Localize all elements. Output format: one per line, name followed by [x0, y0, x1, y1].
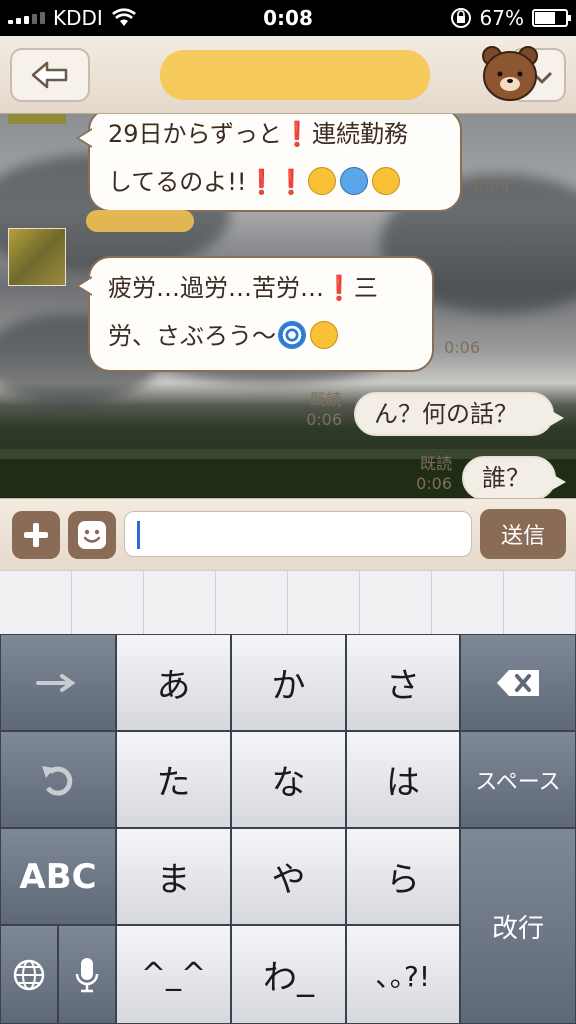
- sender-name-redaction: [86, 210, 194, 232]
- flick-keyboard: ABC あ か さ た な は ま や ら ^_^ わ_ ､｡?! スペース 改…: [0, 634, 576, 1024]
- read-receipt: 既読 0:06: [306, 390, 342, 429]
- message-line: してるのよ!!❗❗: [108, 158, 442, 206]
- arrow-right-icon: [36, 673, 76, 692]
- message-bubble[interactable]: 疲労…過労…苦労…❗三 労、さぶろう〜: [76, 256, 434, 372]
- chat-title-redaction: [160, 50, 430, 100]
- exclamation-icon: ❗: [324, 274, 354, 302]
- sender-avatar[interactable]: [8, 114, 66, 124]
- message-line: 疲労…過労…苦労…❗三: [108, 274, 378, 302]
- exclamation-icon: ❗: [282, 120, 312, 148]
- undo-key[interactable]: [0, 731, 116, 828]
- key-ha[interactable]: は: [346, 731, 460, 828]
- candidate-slot[interactable]: [0, 571, 72, 634]
- key-punctuation[interactable]: ､｡?!: [346, 925, 460, 1024]
- message-time: 0:04: [474, 176, 510, 195]
- message-bubble[interactable]: 誰？: [462, 456, 566, 498]
- sticker-button[interactable]: [68, 511, 116, 559]
- crying-face-icon: [372, 167, 401, 195]
- globe-icon: [13, 959, 45, 990]
- dictation-key[interactable]: [58, 925, 116, 1024]
- text-caret: [137, 521, 140, 549]
- exclamation-icon: ❗: [246, 168, 277, 196]
- abc-key[interactable]: ABC: [0, 828, 116, 925]
- message-line: 労、さぶろう〜: [108, 312, 414, 360]
- cursor-right-key[interactable]: [0, 634, 116, 731]
- chat-area[interactable]: 29日からずっと❗連続勤務 してるのよ!!❗❗ 0:04 疲労…過労…苦労…❗三…: [0, 114, 576, 498]
- plus-icon: [24, 523, 48, 547]
- backspace-icon: [497, 669, 539, 696]
- key-na[interactable]: な: [231, 731, 346, 828]
- candidate-slot[interactable]: [216, 571, 288, 634]
- status-bar: KDDI 0:08 67%: [0, 0, 576, 36]
- back-arrow-icon: [31, 61, 68, 89]
- microphone-icon: [75, 957, 99, 992]
- sender-avatar[interactable]: [8, 228, 66, 286]
- key-sa[interactable]: さ: [346, 634, 460, 731]
- key-a[interactable]: あ: [116, 634, 231, 731]
- candidate-slot[interactable]: [288, 571, 360, 634]
- grimacing-face-icon: [310, 321, 338, 349]
- battery-icon: [532, 9, 571, 27]
- chat-header: [0, 36, 576, 114]
- read-receipt: 既読 0:06: [416, 454, 452, 493]
- candidate-bar: [0, 570, 576, 634]
- key-ya[interactable]: や: [231, 828, 346, 925]
- key-ta[interactable]: た: [116, 731, 231, 828]
- smiley-icon: [78, 521, 106, 549]
- undo-icon: [42, 765, 73, 796]
- message-line: 29日からずっと❗連続勤務: [108, 120, 408, 148]
- rotation-lock-icon: [450, 8, 471, 28]
- back-button[interactable]: [10, 48, 90, 102]
- message-time: 0:06: [444, 338, 480, 357]
- return-key[interactable]: 改行: [460, 828, 576, 1024]
- delete-key[interactable]: [460, 634, 576, 731]
- message-bubble[interactable]: 29日からずっと❗連続勤務 してるのよ!!❗❗: [76, 114, 462, 212]
- battery-fill: [535, 12, 555, 24]
- key-ra[interactable]: ら: [346, 828, 460, 925]
- dizzy-face-icon: [308, 167, 337, 195]
- candidate-slot[interactable]: [360, 571, 432, 634]
- candidate-slot[interactable]: [432, 571, 504, 634]
- screaming-face-icon: [340, 167, 369, 195]
- candidate-slot[interactable]: [72, 571, 144, 634]
- send-button[interactable]: 送信: [480, 509, 566, 559]
- attach-button[interactable]: [12, 511, 60, 559]
- globe-key[interactable]: [0, 925, 58, 1024]
- message-input-bar: 送信: [0, 498, 576, 570]
- brown-bear-avatar-icon: [482, 46, 538, 101]
- battery-percent: 67%: [479, 6, 524, 30]
- key-ma[interactable]: ま: [116, 828, 231, 925]
- key-wa[interactable]: わ_: [231, 925, 346, 1024]
- message-bubble[interactable]: ん？何の話？: [354, 392, 564, 436]
- cyclone-icon: [278, 321, 306, 349]
- space-key[interactable]: スペース: [460, 731, 576, 828]
- message-input[interactable]: [124, 511, 472, 557]
- candidate-slot[interactable]: [144, 571, 216, 634]
- key-ka[interactable]: か: [231, 634, 346, 731]
- exclamation-icon: ❗: [276, 168, 307, 196]
- candidate-slot[interactable]: [504, 571, 576, 634]
- key-face[interactable]: ^_^: [116, 925, 231, 1024]
